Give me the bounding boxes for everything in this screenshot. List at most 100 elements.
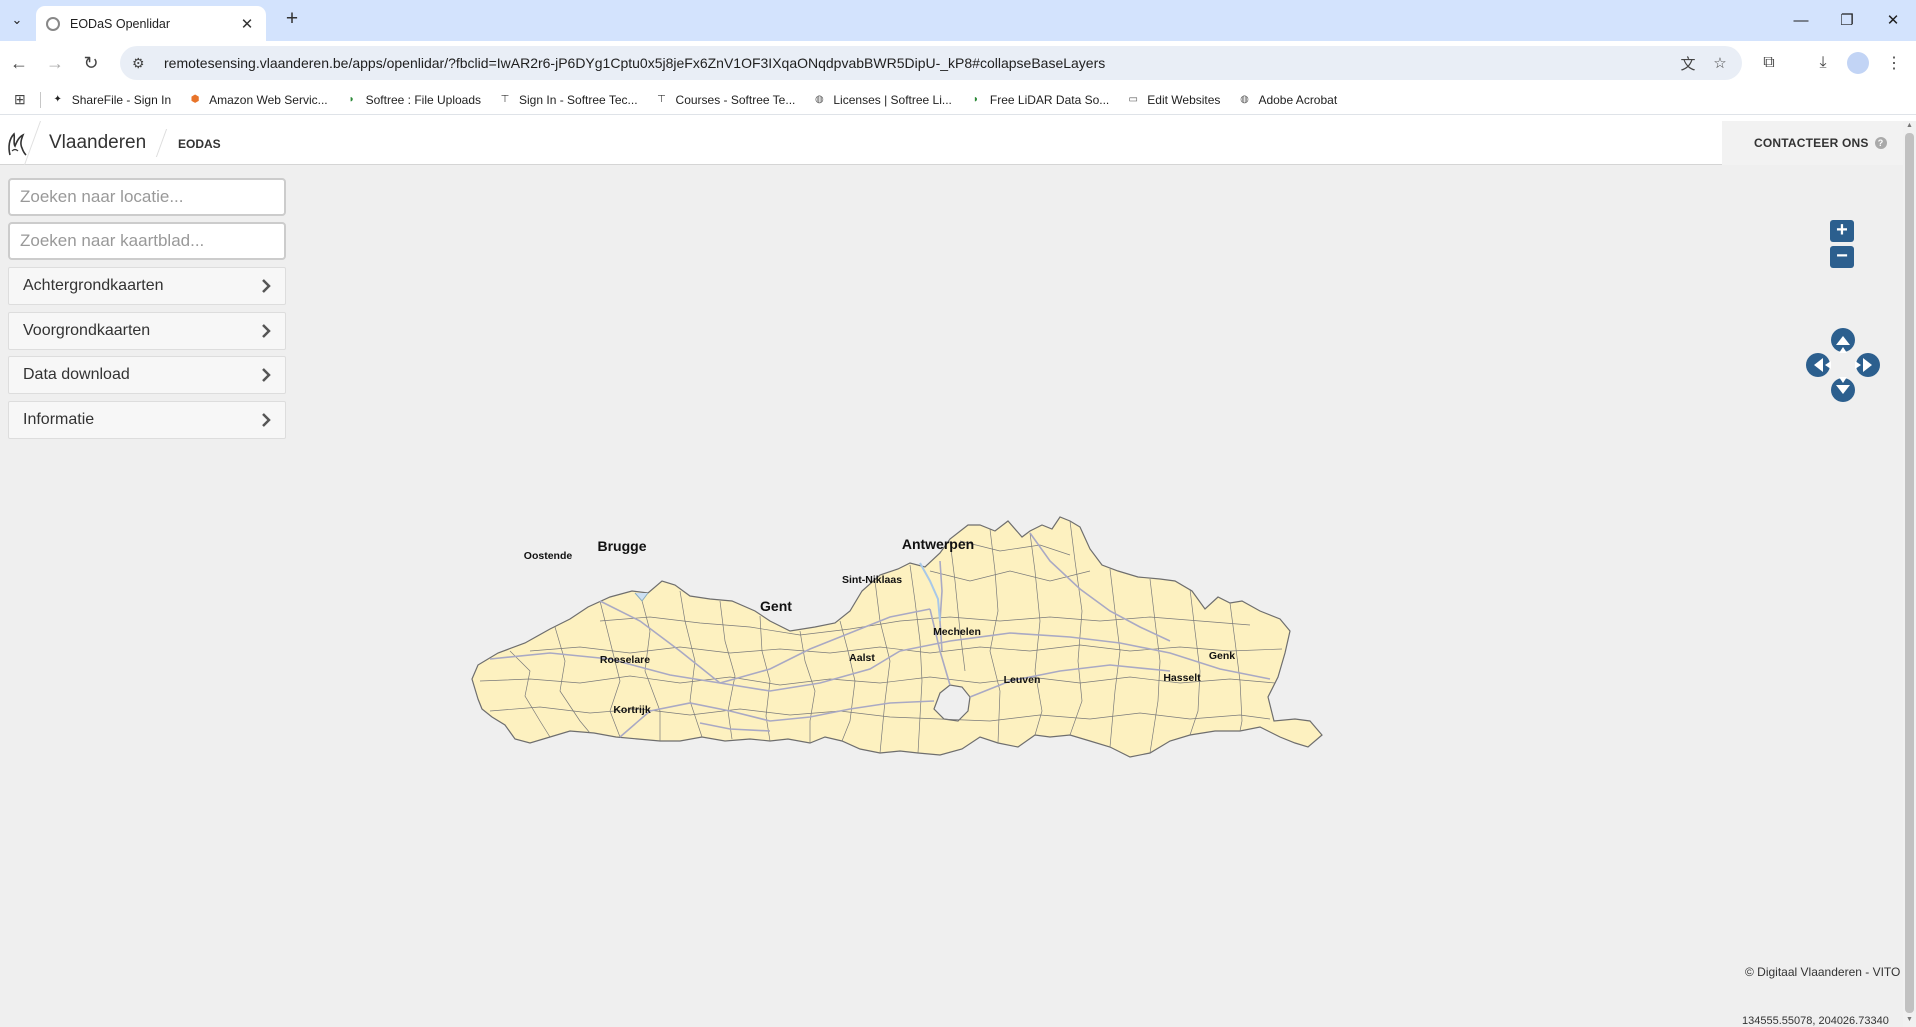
site-header: Vlaanderen EODAS CONTACTEER ONS ? <box>0 121 1903 165</box>
bookmark-label: ShareFile - Sign In <box>71 92 172 107</box>
bookmarks-bar: ⊞ ✦ ShareFile - Sign In ⬢ Amazon Web Servic… <box>0 85 1916 115</box>
url-text[interactable]: remotesensing.vlaanderen.be/apps/openlid… <box>164 55 1105 71</box>
forward-button[interactable]: → <box>42 50 68 76</box>
bookmark-label: Adobe Acrobat <box>1258 92 1338 107</box>
panel-label: Data download <box>23 366 130 383</box>
bookmark-item[interactable]: ◗ Free LiDAR Data So... <box>969 93 1109 107</box>
softree-t-icon: ⊤ <box>500 94 510 105</box>
pan-left-icon[interactable] <box>1805 352 1831 378</box>
search-location-input[interactable] <box>8 178 286 216</box>
apps-grid-icon[interactable]: ⊞ <box>14 91 26 108</box>
city-label: Oostende <box>524 550 573 562</box>
softree-t-icon: ⊤ <box>657 94 666 105</box>
chevron-right-icon <box>262 368 271 382</box>
scroll-thumb[interactable] <box>1905 133 1914 1013</box>
globe-icon: ◍ <box>1240 94 1249 105</box>
new-tab-button[interactable]: + <box>280 8 304 32</box>
bookmark-item[interactable]: ▭ Edit Websites <box>1126 92 1221 107</box>
panel-label: Achtergrondkaarten <box>23 277 164 294</box>
pan-up-icon[interactable] <box>1830 327 1856 353</box>
zoom-in-button[interactable]: + <box>1830 220 1854 242</box>
bookmark-star-icon[interactable]: ☆ <box>1710 53 1730 73</box>
city-label: Antwerpen <box>902 536 974 552</box>
city-label: Leuven <box>1004 674 1041 686</box>
city-label: Roeselare <box>600 654 650 666</box>
bookmark-item[interactable]: ◗ Softree : File Uploads <box>345 93 481 107</box>
bookmark-label: Courses - Softree Te... <box>675 92 796 107</box>
address-bar-row: ← → ↻ ⚙ remotesensing.vlaanderen.be/apps… <box>0 41 1916 85</box>
page-scrollbar[interactable]: ▲ ▼ <box>1903 121 1916 1027</box>
panel-background-maps[interactable]: Achtergrondkaarten <box>8 267 286 305</box>
close-tab-icon[interactable]: ✕ <box>238 15 256 33</box>
mouse-coordinates: 134555.55078, 204026.73340 <box>1742 1015 1889 1027</box>
bookmark-item[interactable]: ✦ ShareFile - Sign In <box>51 92 172 107</box>
folder-icon: ▭ <box>1128 94 1138 105</box>
city-label: Brugge <box>598 538 647 554</box>
web-page: Vlaanderen EODAS CONTACTEER ONS ? ▲ ▼ Br… <box>0 121 1916 1027</box>
globe-icon <box>46 16 60 31</box>
pan-right-icon[interactable] <box>1855 352 1881 378</box>
city-label: Hasselt <box>1163 672 1201 684</box>
extensions-icon[interactable]: ⧉ <box>1757 51 1781 75</box>
city-label: Kortrijk <box>613 704 651 716</box>
chevron-right-icon <box>262 279 271 293</box>
scroll-up-arrow-icon[interactable]: ▲ <box>1906 122 1913 129</box>
profile-avatar[interactable] <box>1846 51 1870 75</box>
bookmark-label: Softree : File Uploads <box>365 92 482 107</box>
bookmark-item[interactable]: ◍ Adobe Acrobat <box>1237 93 1337 107</box>
tab-search-chevron-icon[interactable]: ⌄ <box>6 9 28 31</box>
panel-label: Voorgrondkaarten <box>23 322 151 339</box>
restore-button[interactable]: ❐ <box>1824 6 1870 34</box>
browser-tab-bar: ⌄ EODaS Openlidar ✕ + — ❐ ✕ <box>0 0 1916 41</box>
bookmark-label: Edit Websites <box>1147 92 1221 107</box>
back-button[interactable]: ← <box>6 50 32 76</box>
header-divider <box>155 129 168 157</box>
aws-icon: ⬢ <box>190 94 200 105</box>
app-name[interactable]: EODAS <box>178 137 221 151</box>
city-label: Genk <box>1209 650 1235 662</box>
bookmark-label: Licenses | Softree Li... <box>833 92 952 107</box>
browser-tab[interactable]: EODaS Openlidar ✕ <box>36 6 266 41</box>
bookmarks-divider <box>39 91 41 108</box>
site-info-icon[interactable]: ⚙ <box>132 55 152 72</box>
bookmark-item[interactable]: ◍ Licenses | Softree Li... <box>812 93 952 107</box>
panel-label: Informatie <box>23 411 95 428</box>
close-window-button[interactable]: ✕ <box>1870 6 1916 34</box>
search-map-sheet-input[interactable] <box>8 222 286 260</box>
menu-kebab-icon[interactable]: ⋮ <box>1882 51 1906 75</box>
sharefile-icon: ✦ <box>53 94 62 105</box>
bookmark-item[interactable]: ⬢ Amazon Web Servic... <box>188 93 328 107</box>
brand-name[interactable]: Vlaanderen <box>49 132 146 154</box>
flemish-lion-logo-icon[interactable] <box>6 131 28 157</box>
zoom-out-button[interactable]: − <box>1830 246 1854 268</box>
reload-button[interactable]: ↻ <box>78 50 104 76</box>
softree-icon: ◗ <box>348 94 355 105</box>
city-label: Mechelen <box>933 626 981 638</box>
city-label: Gent <box>760 598 792 614</box>
scroll-down-arrow-icon[interactable]: ▼ <box>1906 1016 1913 1023</box>
contact-label: CONTACTEER ONS <box>1754 136 1869 150</box>
omnibox[interactable]: ⚙ remotesensing.vlaanderen.be/apps/openl… <box>120 46 1742 80</box>
softree-icon: ◗ <box>972 94 979 105</box>
tab-title: EODaS Openlidar <box>70 16 171 31</box>
panel-data-download[interactable]: Data download <box>8 356 286 394</box>
panel-information[interactable]: Informatie <box>8 401 286 439</box>
contact-button[interactable]: CONTACTEER ONS ? <box>1722 121 1903 165</box>
help-icon: ? <box>1874 137 1887 149</box>
flanders-map[interactable]: Brugge Oostende Antwerpen Sint-Niklaas Gent M… <box>470 421 1350 761</box>
bookmark-list: ✦ ShareFile - Sign In ⬢ Amazon Web Servic..… <box>51 93 1354 107</box>
city-label: Aalst <box>849 652 875 664</box>
city-label: Sint-Niklaas <box>842 574 902 586</box>
translate-icon[interactable]: 文 <box>1678 53 1698 73</box>
bookmark-item[interactable]: ⊤ Sign In - Softree Tec... <box>498 93 638 107</box>
bookmark-item[interactable]: ⊤ Courses - Softree Te... <box>655 92 796 107</box>
minimize-button[interactable]: — <box>1778 6 1824 34</box>
pan-down-icon[interactable] <box>1830 377 1856 403</box>
panel-foreground-maps[interactable]: Voorgrondkaarten <box>8 312 286 350</box>
chevron-right-icon <box>262 324 271 338</box>
bookmark-label: Sign In - Softree Tec... <box>519 92 638 107</box>
map-attribution: © Digitaal Vlaanderen - VITO <box>1745 965 1901 979</box>
bookmark-label: Free LiDAR Data So... <box>989 92 1110 107</box>
download-icon[interactable]: ⤓ <box>1811 51 1835 75</box>
chevron-right-icon <box>262 413 271 427</box>
